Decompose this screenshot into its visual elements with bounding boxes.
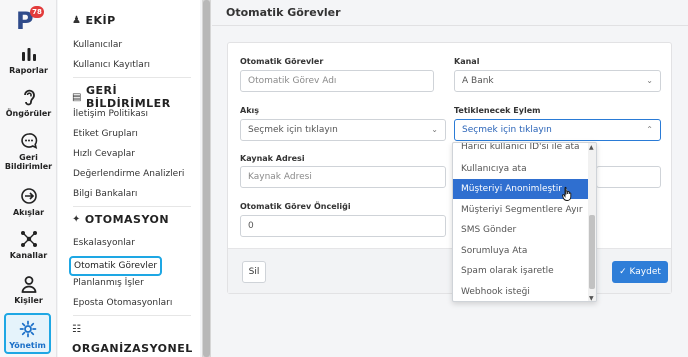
action-label: Tetiklenecek Eylem — [454, 106, 541, 115]
rail-item-flows[interactable]: Akışlar — [2, 186, 55, 217]
menu-item-tag-groups[interactable]: Etiket Grupları — [73, 129, 138, 139]
task-form-card: Otomatik Görevler Otomatik Görev Adı Kan… — [227, 42, 672, 294]
dropdown-option[interactable]: Harici kullanıcı ID'si ile ata — [453, 143, 589, 157]
chevron-down-icon: ⌄ — [431, 125, 438, 134]
dropdown-option[interactable]: Webhook isteği — [453, 282, 589, 301]
rail-item-feedback[interactable]: Geri Bildirimler — [2, 131, 55, 171]
magic-wand-icon: ✦ — [72, 214, 81, 225]
menu-scrollbar-thumb[interactable] — [203, 0, 210, 357]
team-icon: ♟ — [72, 15, 82, 26]
rail-item-people[interactable]: Kişiler — [2, 274, 55, 305]
action-dropdown-list: Harici kullanıcı ID'si ile ata Kullanıcı… — [452, 142, 597, 302]
scroll-up-arrow-icon[interactable]: ▲ — [589, 144, 594, 151]
org-chart-icon: ☷ — [72, 324, 82, 335]
dropdown-option[interactable]: SMS Gönder — [453, 220, 589, 240]
gear-icon — [19, 320, 36, 338]
action-select[interactable]: Seçmek için tıklayın ⌃ — [454, 119, 661, 141]
admin-menu: ♟ EKİP Kullanıcılar Kullanıcı Kayıtları … — [58, 0, 200, 357]
chat-bubble-icon — [20, 133, 37, 149]
menu-section-org-title: ORGANİZASYONEL YAPI — [72, 342, 193, 355]
menu-divider — [73, 77, 191, 78]
rail-label-people: Kişiler — [14, 296, 43, 305]
menu-item-user-records[interactable]: Kullanıcı Kayıtları — [73, 60, 150, 70]
rail-item-admin[interactable]: Yönetim — [4, 313, 51, 354]
channel-select-value: A Bank — [462, 76, 494, 86]
menu-section-automation: ✦ OTOMASYON — [72, 213, 169, 226]
priority-input[interactable]: 0 — [240, 215, 446, 237]
rail-label-reports: Raporlar — [9, 66, 48, 75]
rail-item-predictors[interactable]: Öngörüler — [2, 87, 55, 118]
chevron-up-icon: ⌃ — [646, 125, 653, 134]
channel-label: Kanal — [454, 57, 480, 66]
task-name-input[interactable]: Otomatik Görev Adı — [240, 70, 434, 92]
menu-section-team-title: EKİP — [85, 14, 116, 27]
menu-section-org: ☷ ORGANİZASYONEL YAPI — [72, 322, 192, 357]
priority-label: Otomatik Görev Önceliği — [240, 202, 351, 211]
menu-section-team: ♟ EKİP — [72, 14, 116, 27]
menu-divider — [73, 206, 191, 207]
person-icon — [21, 276, 36, 293]
menu-item-escalations[interactable]: Eskalasyonlar — [73, 238, 135, 248]
check-icon: ✓ — [619, 267, 627, 277]
icon-rail: P 78 Raporlar Öngörüler Geri Bildirimler… — [0, 0, 57, 357]
delete-button[interactable]: Sil — [242, 261, 266, 283]
dropdown-scrollbar-thumb[interactable] — [589, 215, 595, 289]
ear-icon — [23, 89, 35, 106]
main-content: Otomatik Görevler Otomatik Görevler Otom… — [212, 0, 688, 357]
flow-label: Akış — [240, 106, 260, 115]
menu-section-feedback: ▤ GERİ BİLDİRİMLER — [72, 84, 200, 110]
hidden-field[interactable] — [596, 166, 661, 188]
rail-label-admin: Yönetim — [9, 341, 46, 350]
flow-icon — [20, 188, 37, 204]
rail-label-channels: Kanallar — [9, 251, 48, 260]
app-logo[interactable]: P 78 — [14, 6, 46, 36]
source-address-label: Kaynak Adresi — [240, 154, 305, 163]
save-button[interactable]: ✓ Kaydet — [612, 261, 668, 283]
task-name-label: Otomatik Görevler — [240, 57, 324, 66]
flow-select[interactable]: Seçmek için tıklayın ⌄ — [240, 119, 446, 141]
menu-section-automation-title: OTOMASYON — [84, 213, 170, 226]
menu-item-email-automations[interactable]: Eposta Otomasyonları — [73, 298, 172, 308]
dropdown-option[interactable]: Spam olarak işaretle — [453, 261, 589, 281]
menu-section-feedback-title: GERİ BİLDİRİMLER — [85, 84, 171, 110]
app-root: P 78 Raporlar Öngörüler Geri Bildirimler… — [0, 0, 688, 357]
rail-label-feedback: Geri Bildirimler — [4, 153, 53, 171]
menu-item-scheduled-jobs[interactable]: Planlanmış İşler — [73, 278, 144, 288]
scroll-down-arrow-icon[interactable]: ▼ — [589, 295, 594, 301]
source-address-input[interactable]: Kaynak Adresi — [240, 166, 446, 188]
action-select-value: Seçmek için tıklayın — [462, 125, 552, 135]
card-footer — [228, 248, 671, 293]
menu-item-rating-analytics[interactable]: Değerlendirme Analizleri — [73, 169, 184, 179]
hand-cursor-icon — [562, 186, 572, 201]
rail-item-reports[interactable]: Raporlar — [2, 44, 55, 75]
menu-item-automatic-tasks[interactable]: Otomatik Görevler — [69, 256, 163, 276]
network-icon — [20, 231, 37, 247]
menu-scrollbar[interactable] — [202, 0, 211, 357]
page-title: Otomatik Görevler — [226, 6, 341, 19]
dropdown-option[interactable]: Kullanıcıya ata — [453, 159, 589, 179]
channel-select[interactable]: A Bank ⌄ — [454, 70, 661, 92]
rail-item-channels[interactable]: Kanallar — [2, 229, 55, 260]
rail-label-flows: Akışlar — [12, 208, 45, 217]
menu-item-quick-replies[interactable]: Hızlı Cevaplar — [73, 149, 135, 159]
rail-label-predictors: Öngörüler — [5, 109, 52, 118]
menu-divider — [73, 315, 191, 316]
title-divider — [212, 25, 688, 26]
menu-item-users[interactable]: Kullanıcılar — [73, 40, 122, 50]
save-button-label: Kaydet — [629, 267, 661, 277]
inbox-icon: ▤ — [72, 91, 82, 103]
menu-item-knowledge-bases[interactable]: Bilgi Bankaları — [73, 189, 137, 199]
dropdown-scrollbar[interactable]: ▲ ▼ — [588, 143, 596, 301]
bar-chart-icon — [21, 48, 36, 61]
dropdown-option[interactable]: Sorumluya Ata — [453, 241, 589, 261]
menu-item-communication-policy[interactable]: İletişim Politikası — [73, 109, 148, 119]
dropdown-option[interactable]: Müşteriyi Segmentlere Ayır — [453, 200, 589, 220]
flow-select-value: Seçmek için tıklayın — [248, 125, 338, 135]
notification-badge: 78 — [30, 6, 44, 18]
chevron-down-icon: ⌄ — [646, 76, 653, 85]
